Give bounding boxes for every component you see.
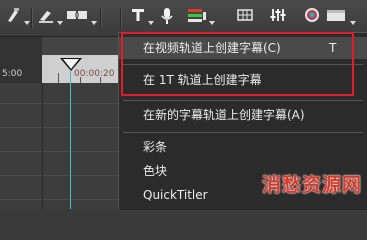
- watermark: 消愁资源网: [262, 174, 363, 196]
- toolbar-divider: [100, 8, 102, 28]
- storyboard-icon[interactable]: [66, 7, 88, 27]
- window-icon[interactable]: [326, 7, 346, 27]
- track-row: [0, 127, 120, 128]
- ruler-tick: [58, 73, 59, 83]
- menu-item-create-title-new-track[interactable]: 在新的字幕轨道上创建字幕(A): [119, 104, 367, 126]
- chevron-down-icon[interactable]: [24, 21, 30, 25]
- menu-item-create-title-1t-track[interactable]: 在 1T 轨道上创建字幕: [119, 69, 367, 91]
- menu-separator: [123, 64, 363, 65]
- menu-item-label: 在 1T 轨道上创建字幕: [143, 73, 262, 87]
- track-color-icon[interactable]: [187, 7, 207, 27]
- title-icon[interactable]: [130, 7, 146, 27]
- chevron-down-icon[interactable]: [148, 21, 154, 25]
- toolbar-divider: [31, 8, 33, 28]
- menu-item-create-title-video-track[interactable]: 在视频轨道上创建字幕(C) T: [119, 37, 367, 59]
- menu-item-color-bars[interactable]: 彩条: [119, 136, 367, 158]
- color-wheel-icon[interactable]: [304, 7, 320, 27]
- track-row: [0, 103, 120, 104]
- toolbar-divider: [120, 8, 122, 28]
- menu-item-label: 在新的字幕轨道上创建字幕(A): [143, 108, 305, 122]
- track-row: [0, 151, 120, 152]
- mixer-icon[interactable]: [270, 7, 286, 27]
- menu-item-label: 色块: [143, 164, 168, 178]
- grid-icon[interactable]: [237, 7, 253, 27]
- menu-separator: [123, 132, 363, 133]
- chevron-down-icon[interactable]: [57, 21, 63, 25]
- ruler-label-left: 5:00: [2, 69, 23, 79]
- playhead-handle[interactable]: [60, 58, 82, 71]
- menu-item-label: 彩条: [143, 140, 168, 154]
- chevron-down-icon[interactable]: [209, 21, 215, 25]
- track-list: [0, 83, 120, 209]
- chevron-down-icon[interactable]: [350, 21, 356, 25]
- menu-item-label: QuickTitler: [143, 188, 208, 202]
- track-header-divider: [42, 83, 43, 209]
- track-row: [0, 199, 120, 200]
- menu-separator: [123, 100, 363, 101]
- menu-item-shortcut: T: [329, 41, 337, 55]
- pen-icon[interactable]: [37, 7, 55, 27]
- microphone-icon[interactable]: [160, 7, 174, 27]
- menu-item-label: 在视频轨道上创建字幕(C): [143, 41, 281, 55]
- playhead-line: [70, 70, 71, 209]
- paint-icon[interactable]: [6, 7, 20, 27]
- track-row: [0, 175, 120, 176]
- chevron-down-icon[interactable]: [91, 21, 97, 25]
